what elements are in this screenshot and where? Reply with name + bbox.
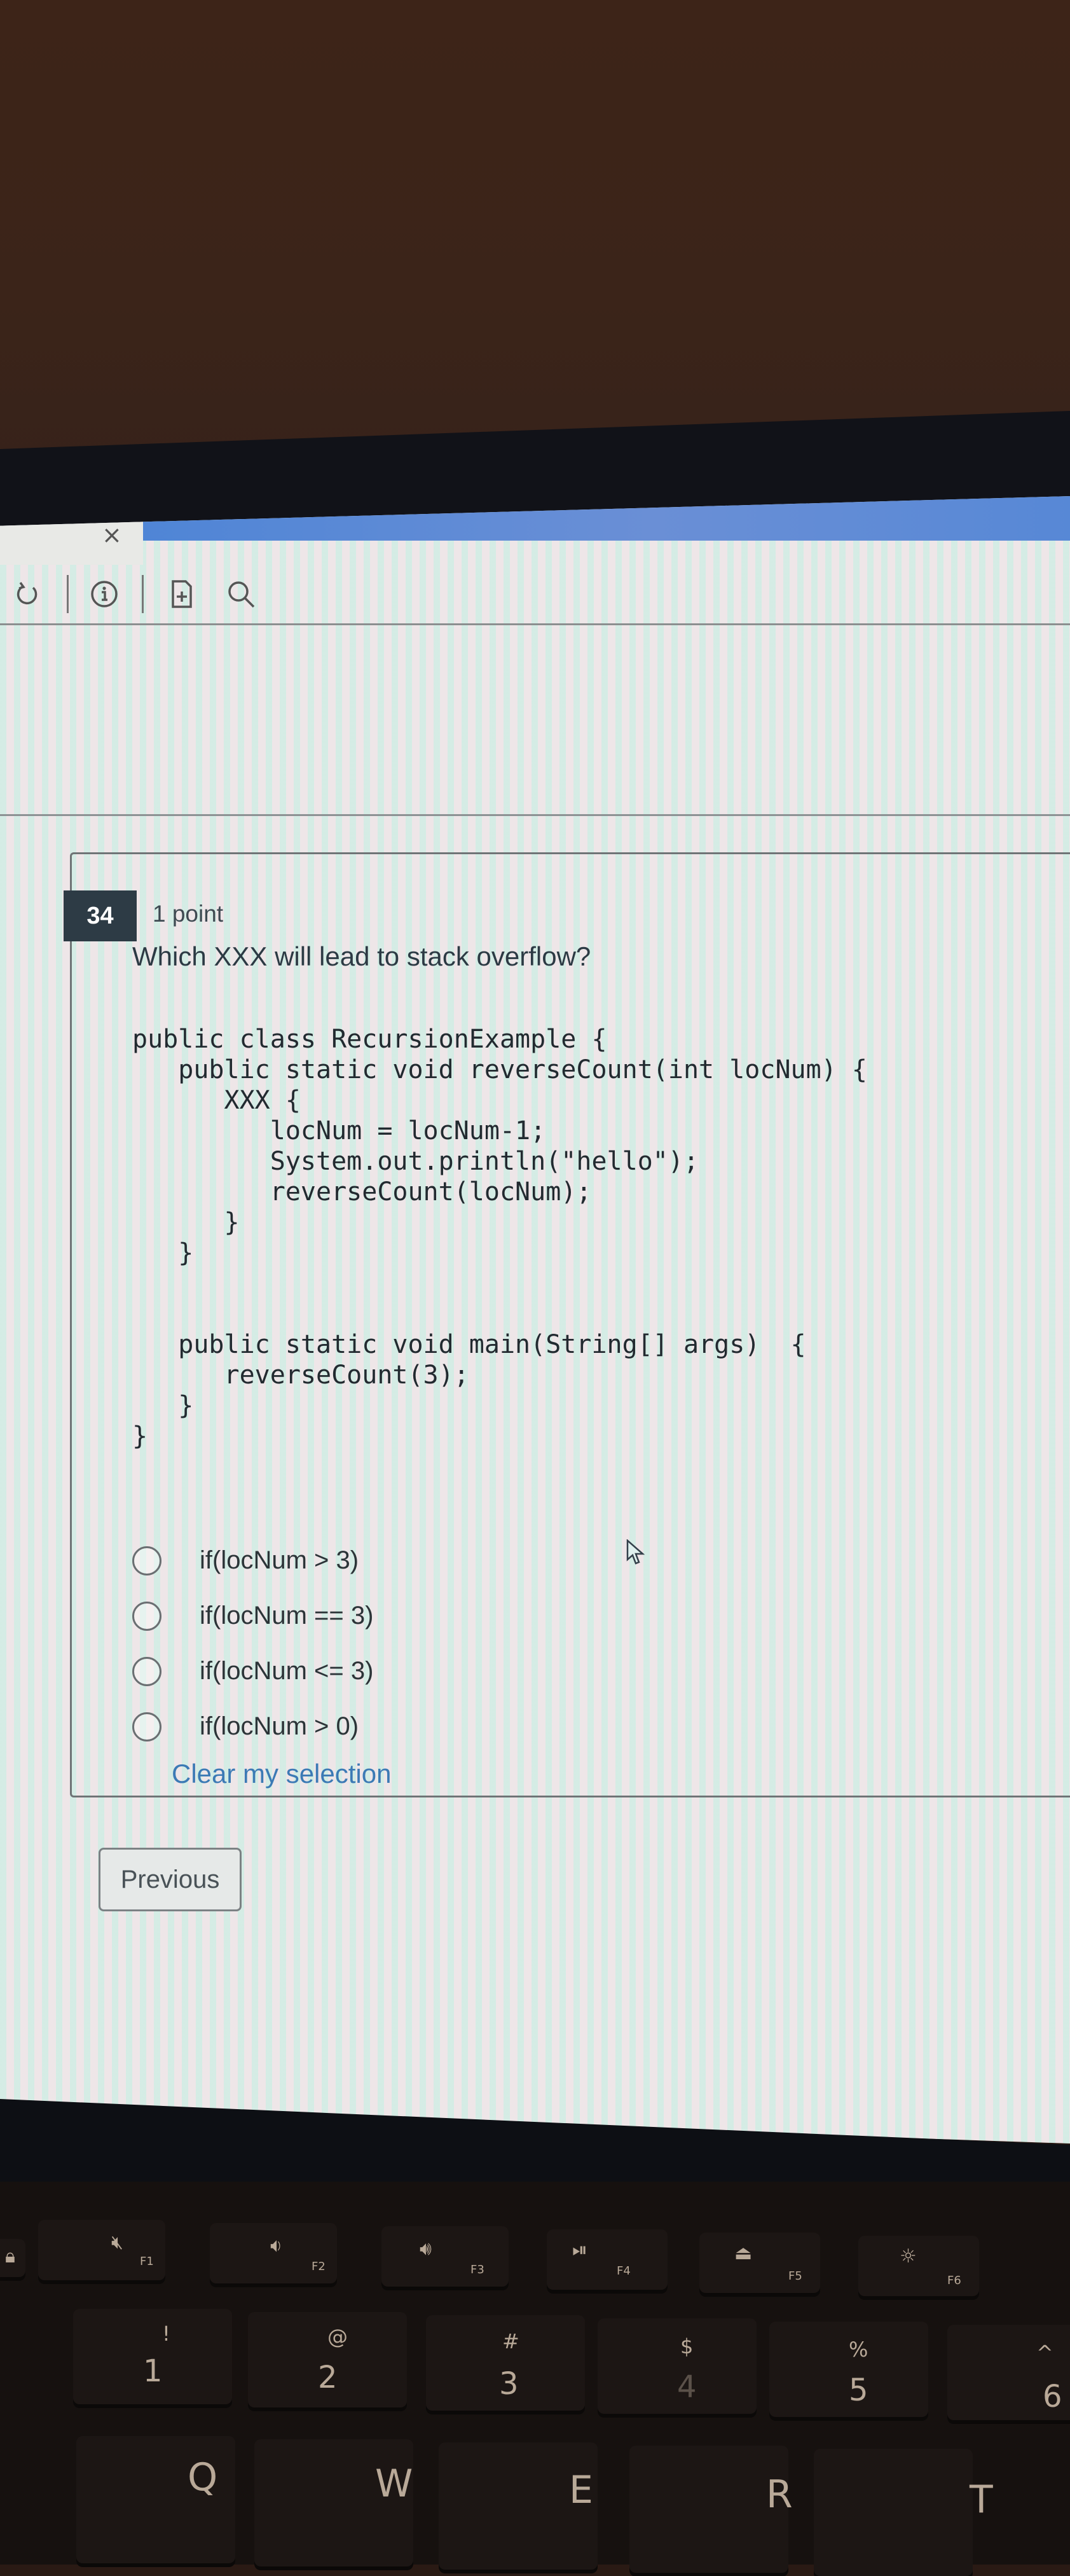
radio-button[interactable] (132, 1601, 161, 1631)
key-t: T (814, 2449, 993, 2576)
key-label: 3 (499, 2366, 519, 2402)
key-1: ! 1 (73, 2309, 232, 2404)
key-label: F5 (788, 2269, 802, 2283)
key-shift-label: # (502, 2329, 519, 2353)
key-label: 2 (318, 2360, 338, 2395)
radio-button[interactable] (132, 1546, 161, 1575)
key-2: @ 2 (248, 2312, 407, 2407)
key-3: # 3 (426, 2315, 585, 2411)
answer-option[interactable]: if(locNum > 3) (132, 1533, 373, 1588)
screen: × 34 1 point Which XXX will lead to stac… (0, 496, 1070, 2143)
volume-up-icon: 🔊︎ (420, 2238, 432, 2260)
key-label: F1 (140, 2255, 154, 2268)
key-4: $ 4 (598, 2318, 757, 2414)
key-label: R (766, 2472, 793, 2517)
key-label: F3 (470, 2263, 484, 2276)
radio-button[interactable] (132, 1712, 161, 1742)
key-shift-label: ! (162, 2322, 170, 2346)
key-e: E (439, 2442, 598, 2570)
search-icon[interactable] (226, 579, 256, 609)
clear-selection-link[interactable]: Clear my selection (172, 1759, 391, 1789)
brightness-down-icon: ☼ (900, 2245, 917, 2268)
key-r: R (629, 2446, 793, 2573)
key-shift-label: $ (680, 2334, 694, 2358)
key-label: F4 (617, 2264, 631, 2278)
key-5: % 5 (769, 2322, 928, 2417)
keyboard: 🔒︎ 🔇︎ F1 🔉︎ F2 🔊︎ F3 ⏯ F4 ⏏ F5 ☼ F6 ! 1 … (0, 2182, 1070, 2576)
key-label: F6 (947, 2274, 961, 2287)
key-label: T (970, 2477, 993, 2522)
option-label: if(locNum > 3) (200, 1546, 359, 1574)
previous-button[interactable]: Previous (99, 1848, 242, 1911)
lock-icon: 🔒︎ (5, 2245, 15, 2268)
key-f2: 🔉︎ F2 (210, 2223, 337, 2283)
answer-options: if(locNum > 3) if(locNum == 3) if(locNum… (132, 1533, 373, 1754)
key-shift-label: @ (327, 2325, 348, 2349)
question-points: 1 point (153, 901, 224, 927)
key-shift-label: % (849, 2337, 868, 2362)
key-label: F2 (312, 2260, 326, 2273)
toolbar-divider (142, 575, 144, 613)
key-label: E (569, 2468, 593, 2512)
info-icon[interactable] (89, 579, 120, 609)
volume-down-icon: 🔉︎ (270, 2234, 282, 2257)
radio-button[interactable] (132, 1656, 161, 1686)
answer-option[interactable]: if(locNum > 0) (132, 1699, 373, 1754)
key-shift-label: ^ (1036, 2341, 1053, 2365)
answer-option[interactable]: if(locNum == 3) (132, 1588, 373, 1644)
key-label: 1 (143, 2353, 163, 2389)
key-label: 4 (677, 2369, 697, 2405)
toolbar-divider (67, 575, 69, 613)
code-block: public class RecursionExample { public s… (132, 1025, 867, 1451)
key-f3: 🔊︎ F3 (381, 2226, 509, 2287)
question-prompt: Which XXX will lead to stack overflow? (132, 941, 591, 971)
play-pause-icon: ⏯ (572, 2239, 587, 2261)
option-label: if(locNum > 0) (200, 1712, 359, 1740)
add-file-icon[interactable] (167, 579, 197, 609)
mouse-cursor-icon (626, 1539, 645, 1565)
key-f6: ☼ F6 (858, 2236, 979, 2296)
key-label: 6 (1043, 2379, 1062, 2414)
mute-icon: 🔇︎ (111, 2231, 123, 2254)
key-label: 5 (849, 2372, 868, 2408)
key-f4: ⏯ F4 (547, 2229, 668, 2290)
key-f5: ⏏ F5 (699, 2233, 820, 2293)
key-6: ^ 6 (947, 2325, 1070, 2420)
key-lock: 🔒︎ (0, 2239, 25, 2277)
question-number-badge: 34 (64, 890, 137, 941)
refresh-icon[interactable] (13, 579, 43, 609)
key-label: Q (188, 2455, 218, 2500)
key-q: Q (76, 2436, 235, 2563)
close-icon[interactable]: × (102, 523, 122, 547)
key-w: W (254, 2439, 413, 2566)
toolbar (0, 560, 1070, 625)
answer-option[interactable]: if(locNum <= 3) (132, 1644, 373, 1699)
keyboard-backlight-icon: ⏏ (734, 2242, 753, 2264)
key-label: W (375, 2462, 413, 2506)
section-divider (0, 814, 1070, 816)
option-label: if(locNum <= 3) (200, 1657, 374, 1685)
key-f1: 🔇︎ F1 (38, 2220, 165, 2280)
option-label: if(locNum == 3) (200, 1602, 374, 1630)
